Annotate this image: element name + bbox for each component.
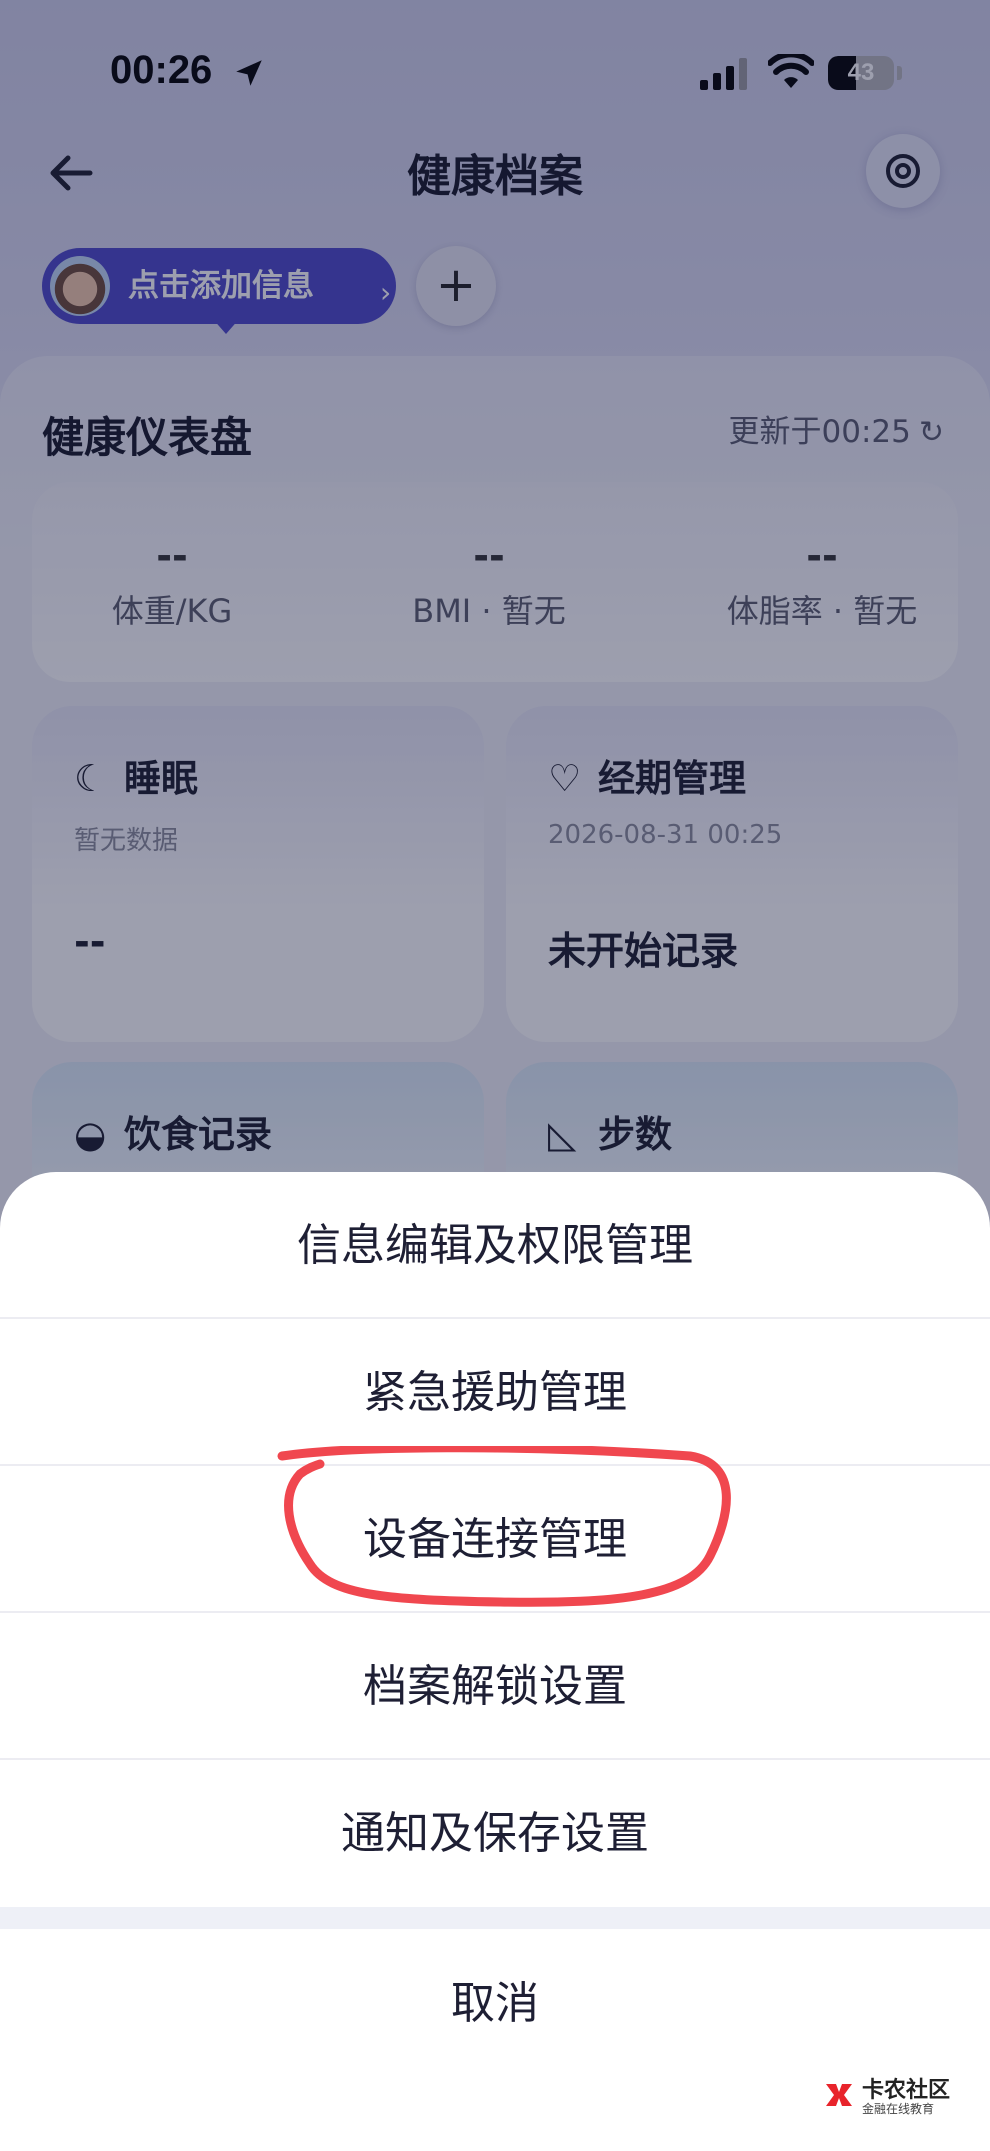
watermark: 卡农社区 金融在线教育 — [822, 2072, 952, 2122]
action-sheet: 信息编辑及权限管理 紧急援助管理 设备连接管理 档案解锁设置 通知及保存设置 取… — [0, 1172, 990, 2151]
sheet-item-emergency-assistance[interactable]: 紧急援助管理 — [0, 1319, 990, 1466]
sheet-item-notification-storage[interactable]: 通知及保存设置 — [0, 1760, 990, 1907]
sheet-item-device-connection[interactable]: 设备连接管理 — [0, 1466, 990, 1613]
kanong-logo-icon — [826, 2084, 852, 2106]
sheet-item-profile-unlock[interactable]: 档案解锁设置 — [0, 1613, 990, 1760]
cancel-button[interactable]: 取消 — [0, 1929, 990, 2079]
watermark-subtitle: 金融在线教育 — [862, 2102, 935, 2116]
sheet-divider — [0, 1907, 990, 1929]
sheet-item-info-permissions[interactable]: 信息编辑及权限管理 — [0, 1172, 990, 1319]
